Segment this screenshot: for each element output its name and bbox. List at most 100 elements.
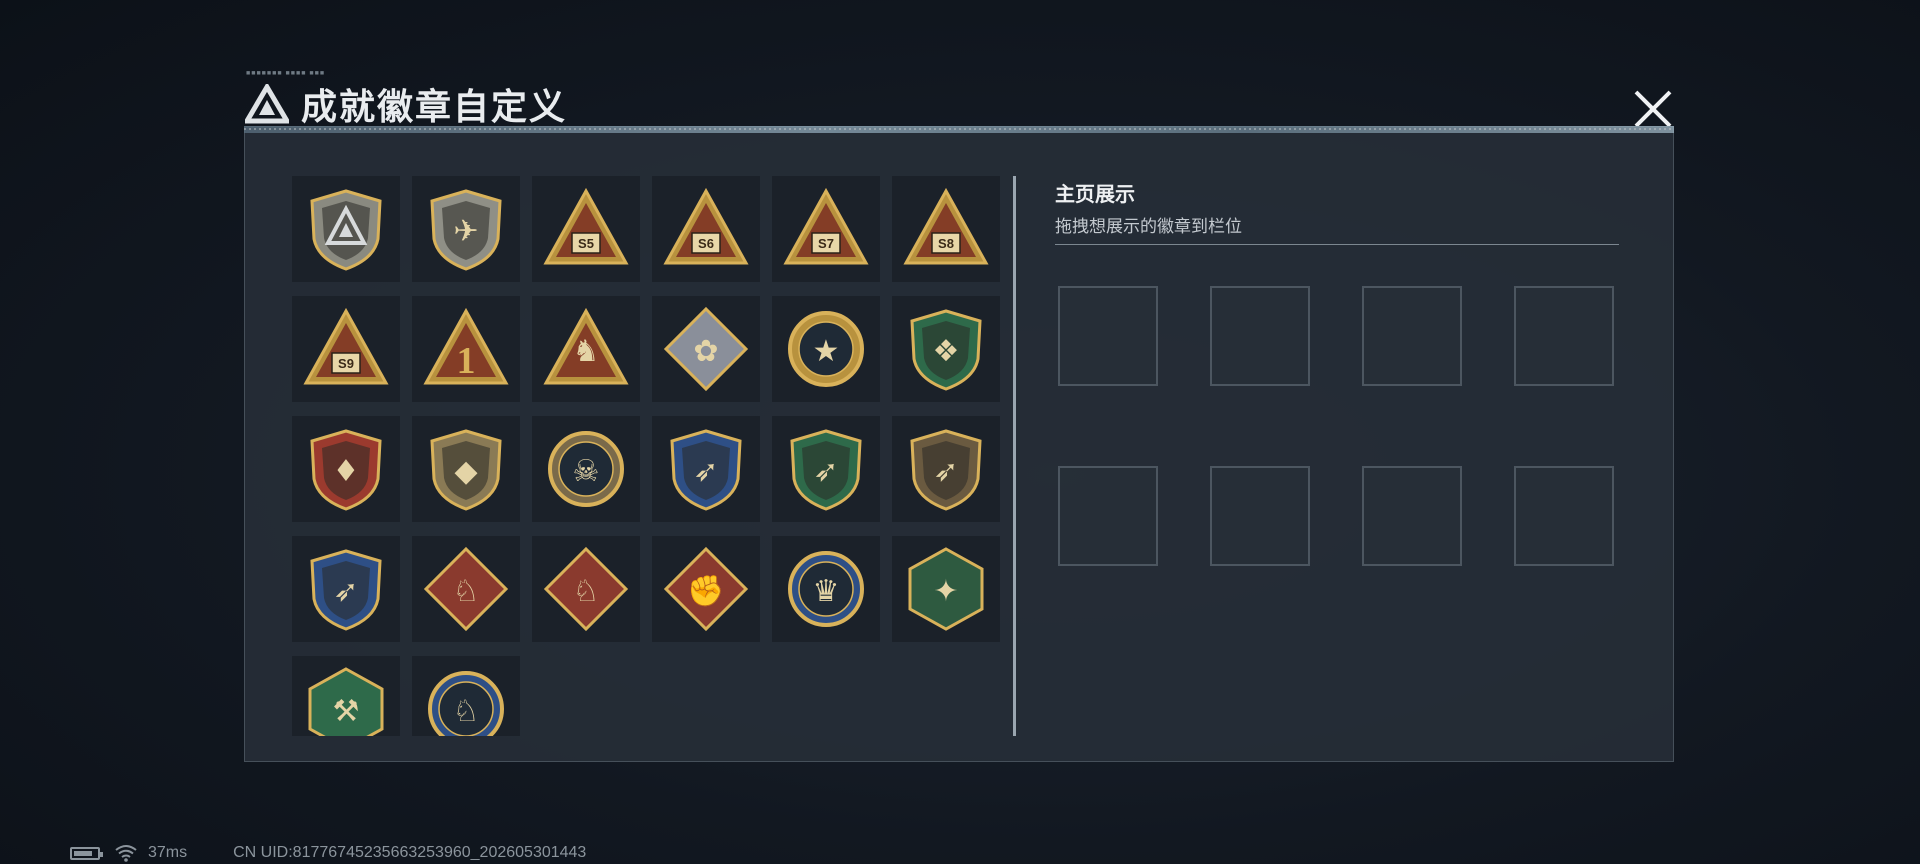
- svg-text:S8: S8: [938, 236, 954, 251]
- user-uid: CN UID:81776745235663253960_202605301443: [233, 844, 587, 861]
- badge-helicopter-icon: ✈: [430, 189, 502, 271]
- badge-s5-icon: S5: [543, 187, 629, 265]
- svg-text:♘: ♘: [453, 574, 480, 609]
- svg-text:♘: ♘: [573, 574, 600, 609]
- badge-fist-icon: ✊: [663, 546, 749, 632]
- badge-item[interactable]: ♘: [412, 536, 520, 642]
- battery-icon: [70, 846, 103, 860]
- badge-wolf-1-icon: ♘: [423, 546, 509, 632]
- showcase-divider: [1055, 244, 1619, 245]
- svg-text:➶: ➶: [333, 574, 358, 609]
- ping-value: 37ms: [148, 844, 188, 861]
- badge-item[interactable]: ♘: [412, 656, 520, 736]
- badge-s6-icon: S6: [663, 187, 749, 265]
- svg-text:☠: ☠: [573, 454, 600, 489]
- badge-hornet-icon: ✦: [908, 547, 984, 631]
- badge-s7-icon: S7: [783, 187, 869, 265]
- showcase-slot[interactable]: [1058, 466, 1158, 566]
- svg-text:♛: ♛: [813, 574, 840, 609]
- showcase-slot[interactable]: [1058, 286, 1158, 386]
- badge-item[interactable]: ♛: [772, 536, 880, 642]
- badge-item[interactable]: S7: [772, 176, 880, 282]
- badge-item[interactable]: 1: [412, 296, 520, 402]
- showcase-title: 主页展示: [1055, 184, 1135, 206]
- badge-item[interactable]: ♦: [292, 416, 400, 522]
- badge-item[interactable]: ➶: [892, 416, 1000, 522]
- badge-gem-shield-icon: ◆: [430, 429, 502, 511]
- badge-item[interactable]: ⚒: [292, 656, 400, 736]
- svg-text:➶: ➶: [813, 454, 838, 489]
- badge-green-hammer-icon: ⚒: [308, 667, 384, 736]
- panel-header-line: [244, 126, 1674, 133]
- svg-text:✈: ✈: [453, 214, 478, 249]
- badge-green-rifle-icon: ➶: [790, 429, 862, 511]
- badge-item[interactable]: ★: [772, 296, 880, 402]
- svg-text:♘: ♘: [453, 694, 480, 729]
- badge-skull-target-icon: ☠: [548, 431, 624, 507]
- svg-text:★: ★: [813, 334, 840, 369]
- showcase-slot[interactable]: [1210, 286, 1310, 386]
- svg-text:◆: ◆: [454, 454, 477, 489]
- svg-text:❖: ❖: [933, 334, 960, 369]
- showcase-slot[interactable]: [1514, 466, 1614, 566]
- svg-text:✦: ✦: [933, 574, 958, 609]
- svg-text:⚒: ⚒: [333, 694, 360, 729]
- badge-item[interactable]: ✿: [652, 296, 760, 402]
- badge-red-shield-wreath-icon: ♦: [310, 429, 382, 511]
- badge-item[interactable]: ➶: [292, 536, 400, 642]
- badge-item[interactable]: S8: [892, 176, 1000, 282]
- showcase-subtitle: 拖拽想展示的徽章到栏位: [1055, 217, 1242, 236]
- badge-s8-icon: S8: [903, 187, 989, 265]
- scrollbar-thumb[interactable]: [1013, 176, 1016, 736]
- svg-text:S7: S7: [818, 236, 834, 251]
- badge-soldiers-icon: ♞: [543, 307, 629, 385]
- badge-eagle-icon: ♛: [788, 551, 864, 627]
- badge-item[interactable]: S5: [532, 176, 640, 282]
- badge-rose-icon: ✿: [663, 306, 749, 392]
- badge-item[interactable]: [292, 176, 400, 282]
- svg-text:S5: S5: [578, 236, 594, 251]
- badge-star-medal-icon: ★: [788, 311, 864, 387]
- svg-text:♦: ♦: [333, 454, 360, 489]
- badge-s9-icon: S9: [303, 307, 389, 385]
- badge-grid[interactable]: ✈ S5 S6 S7 S8 S9 1 ♞ ✿ ★ ❖ ♦ ◆ ☠ ➶ ➶ ➶ ➶…: [292, 176, 1006, 736]
- svg-text:S9: S9: [338, 356, 354, 371]
- badge-rank-1-icon: 1: [423, 307, 509, 385]
- badge-item[interactable]: ◆: [412, 416, 520, 522]
- badge-brown-rifle-icon: ➶: [910, 429, 982, 511]
- badge-item[interactable]: S9: [292, 296, 400, 402]
- svg-text:✊: ✊: [687, 574, 724, 609]
- dialog-header: 成就徽章自定义: [245, 78, 567, 130]
- badge-item[interactable]: S6: [652, 176, 760, 282]
- badge-item[interactable]: ☠: [532, 416, 640, 522]
- badge-shield-logo-icon: [310, 189, 382, 271]
- showcase-slot[interactable]: [1210, 466, 1310, 566]
- badge-item[interactable]: ❖: [892, 296, 1000, 402]
- showcase-slot[interactable]: [1362, 466, 1462, 566]
- svg-text:S6: S6: [698, 236, 714, 251]
- badge-item[interactable]: ✊: [652, 536, 760, 642]
- badge-blue-sniper-icon: ➶: [310, 549, 382, 631]
- page-title: 成就徽章自定义: [301, 86, 568, 127]
- wifi-icon: [115, 845, 137, 862]
- status-bar: 37ms CN UID:81776745235663253960_2026053…: [70, 844, 586, 862]
- svg-text:➶: ➶: [693, 454, 718, 489]
- badge-item[interactable]: ♘: [532, 536, 640, 642]
- badge-item[interactable]: ✦: [892, 536, 1000, 642]
- app-logo-icon: [245, 84, 289, 124]
- badge-wolf-2-icon: ♘: [543, 546, 629, 632]
- showcase-slot[interactable]: [1362, 286, 1462, 386]
- title-decoration: ■■■■■■■ ■■■■ ■■■: [246, 70, 326, 77]
- badge-blue-wolf-icon: ♘: [428, 671, 504, 736]
- svg-text:1: 1: [457, 340, 476, 382]
- badge-blue-rifle-icon: ➶: [670, 429, 742, 511]
- svg-text:➶: ➶: [933, 454, 958, 489]
- badge-item[interactable]: ➶: [652, 416, 760, 522]
- badge-item[interactable]: ♞: [532, 296, 640, 402]
- showcase-slot[interactable]: [1514, 286, 1614, 386]
- badge-item[interactable]: ➶: [772, 416, 880, 522]
- badge-item[interactable]: ✈: [412, 176, 520, 282]
- badge-green-shield-icon: ❖: [910, 309, 982, 391]
- svg-text:✿: ✿: [693, 334, 718, 369]
- svg-text:♞: ♞: [573, 334, 600, 369]
